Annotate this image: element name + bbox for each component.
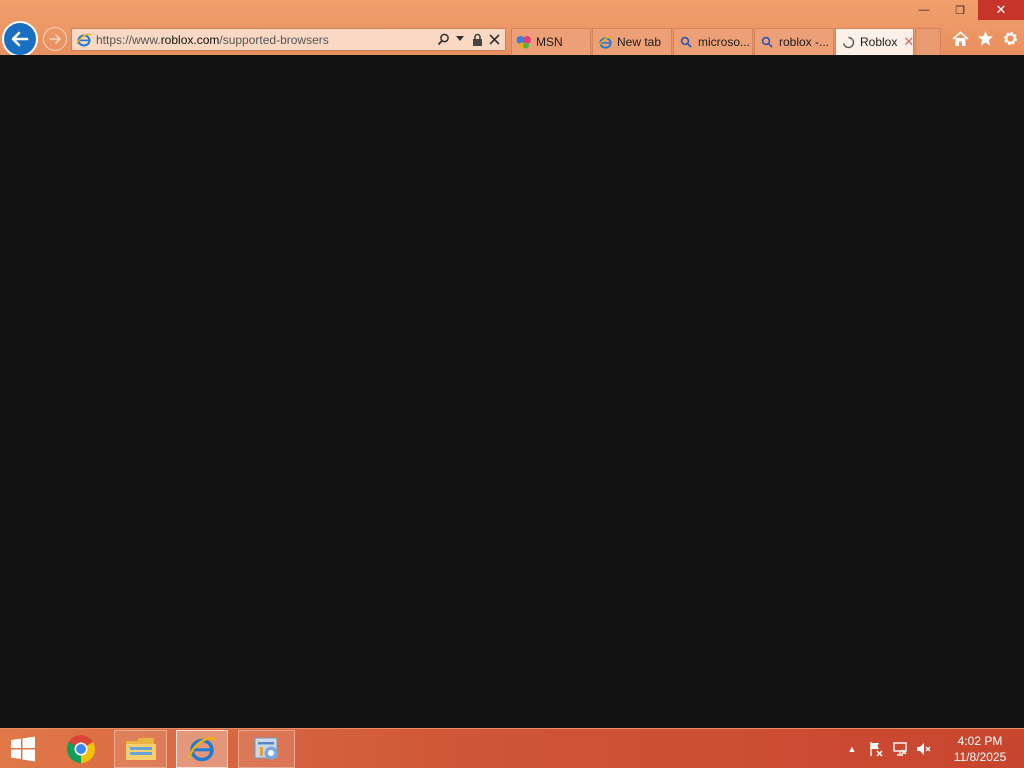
minimize-button[interactable]: — — [906, 0, 942, 20]
forward-button[interactable] — [43, 27, 67, 51]
tab-label: MSN — [536, 35, 563, 49]
taskbar-control-panel[interactable] — [238, 730, 295, 768]
show-hidden-icons-chevron-icon[interactable]: ▲ — [840, 737, 864, 761]
url-path: /supported-browsers — [219, 32, 329, 47]
tab-roblox[interactable]: Roblox ✕ — [835, 28, 914, 55]
loading-spinner-icon — [840, 34, 856, 50]
restore-button[interactable]: ❐ — [942, 0, 978, 20]
tab-label: roblox -... — [779, 35, 830, 49]
taskbar-internet-explorer[interactable] — [176, 730, 228, 768]
tab-msn[interactable]: MSN — [511, 28, 591, 55]
windows-logo-icon — [11, 736, 35, 762]
window-controls: — ❐ ✕ — [906, 0, 1024, 20]
tab-roblox-search[interactable]: roblox -... — [754, 28, 834, 55]
search-icon[interactable] — [436, 31, 450, 47]
tab-new-tab[interactable]: New tab — [592, 28, 672, 55]
dropdown-chevron-icon[interactable] — [453, 31, 467, 47]
favorites-star-icon[interactable] — [976, 29, 995, 48]
system-tray: ▲ 4:02 PM 11/8/2025 — [840, 729, 1024, 768]
stop-icon[interactable] — [487, 31, 501, 47]
action-center-flag-icon[interactable] — [864, 737, 888, 761]
tab-strip: MSN New tab microso... roblox -... Roblo… — [511, 28, 941, 55]
gear-icon[interactable] — [1001, 29, 1020, 48]
clock-date: 11/8/2025 — [953, 750, 1007, 764]
search-icon — [759, 34, 775, 50]
search-icon — [678, 34, 694, 50]
tab-label: Roblox — [860, 35, 898, 49]
msn-butterfly-icon — [516, 34, 532, 50]
clock-time: 4:02 PM — [957, 734, 1003, 748]
back-arrow-icon — [11, 31, 29, 47]
home-icon[interactable] — [951, 29, 970, 48]
lock-icon[interactable] — [470, 31, 484, 47]
back-button[interactable] — [2, 21, 38, 57]
file-explorer-icon — [125, 738, 156, 760]
ie-icon — [597, 34, 613, 50]
taskbar-file-explorer[interactable] — [114, 730, 167, 768]
start-button[interactable] — [6, 735, 40, 763]
address-url[interactable]: https://www.roblox.com/supported-browser… — [96, 33, 329, 47]
volume-muted-icon[interactable] — [912, 737, 936, 761]
browser-chrome: — ❐ ✕ https://www.roblox.com/supported-b… — [0, 0, 1024, 57]
control-panel-icon — [254, 737, 277, 760]
new-tab-button[interactable] — [915, 28, 941, 55]
close-tab-icon[interactable]: ✕ — [903, 34, 913, 50]
taskbar-chrome[interactable] — [56, 730, 106, 768]
taskbar: ▲ 4:02 PM 11/8/2025 — [0, 728, 1024, 768]
internet-explorer-icon — [187, 737, 216, 762]
network-icon[interactable] — [888, 737, 912, 761]
url-domain: roblox.com — [160, 32, 220, 47]
close-window-button[interactable]: ✕ — [978, 0, 1024, 20]
tab-label: microso... — [698, 35, 751, 49]
tab-label: New tab — [617, 35, 662, 49]
url-scheme: https://www. — [96, 32, 161, 47]
browser-toolbar — [951, 29, 1020, 48]
clock[interactable]: 4:02 PM 11/8/2025 — [936, 733, 1024, 765]
tab-microsoft-search[interactable]: microso... — [673, 28, 753, 55]
forward-arrow-icon — [49, 34, 61, 44]
address-bar[interactable]: https://www.roblox.com/supported-browser… — [71, 28, 506, 51]
chrome-icon — [67, 735, 95, 763]
page-content[interactable] — [0, 55, 1024, 728]
ie-page-icon — [76, 33, 92, 46]
